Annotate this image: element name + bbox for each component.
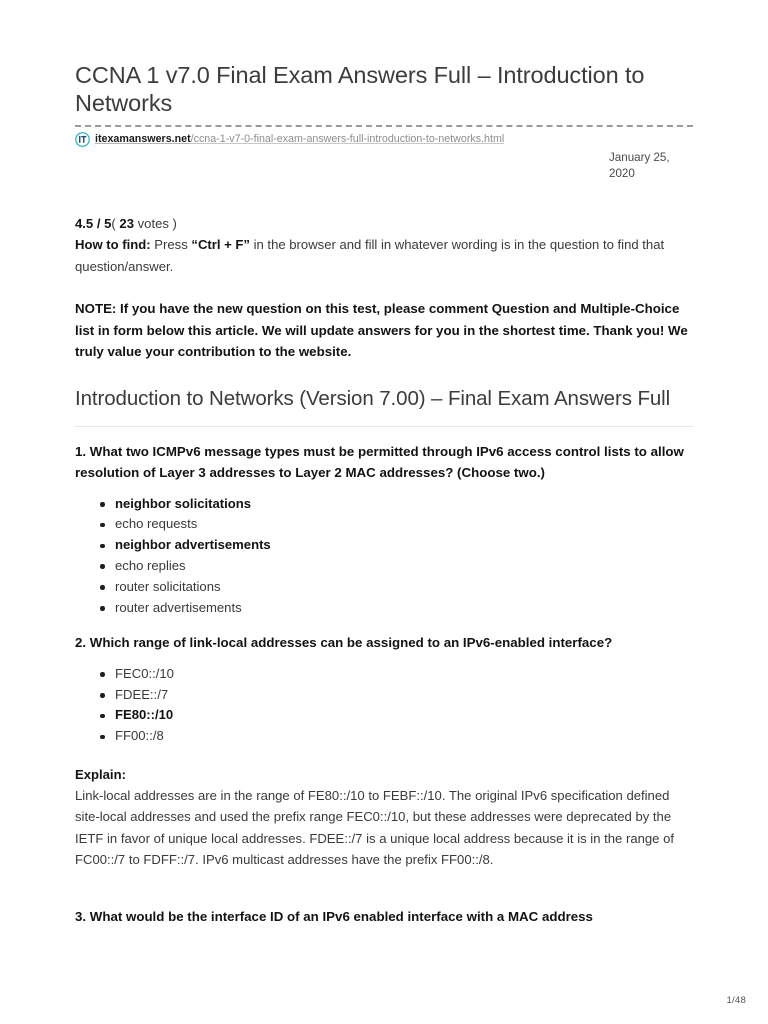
source-url-text[interactable]: itexamanswers.net/ccna-1-v7-0-final-exam… bbox=[95, 132, 504, 146]
rating-line: 4.5 / 5( 23 votes ) bbox=[75, 213, 693, 234]
document-page: CCNA 1 v7.0 Final Exam Answers Full – In… bbox=[0, 0, 768, 1024]
question-1-text: 1. What two ICMPv6 message types must be… bbox=[75, 443, 684, 481]
list-item[interactable]: FEC0::/10 bbox=[100, 664, 693, 685]
question-2-explain: Explain: Link-local addresses are in the … bbox=[75, 764, 693, 870]
question-2-text: 2. Which range of link-local addresses c… bbox=[75, 635, 613, 651]
list-item[interactable]: echo replies bbox=[100, 556, 693, 577]
source-url-domain[interactable]: itexamanswers.net bbox=[95, 133, 191, 145]
section-heading: Introduction to Networks (Version 7.00) … bbox=[75, 386, 671, 410]
rating-votes-count: 23 bbox=[119, 216, 134, 232]
question-2-choices: FEC0::/10 FDEE::/7 FE80::/10 FF00::/8 bbox=[75, 664, 693, 747]
source-url-path[interactable]: /ccna-1-v7-0-final-exam-answers-full-int… bbox=[191, 133, 505, 145]
note-paragraph: NOTE: If you have the new question on th… bbox=[75, 301, 688, 360]
list-item[interactable]: neighbor advertisements bbox=[100, 535, 693, 556]
explain-text: Link-local addresses are in the range of… bbox=[75, 788, 675, 867]
page-number: 1/48 bbox=[726, 995, 746, 1006]
list-item[interactable]: router advertisements bbox=[100, 598, 693, 619]
document-content: CCNA 1 v7.0 Final Exam Answers Full – In… bbox=[75, 62, 693, 928]
question-3-text: 3. What would be the interface ID of an … bbox=[75, 909, 593, 925]
list-item[interactable]: router solicitations bbox=[100, 577, 693, 598]
how-to-find-text-before: Press bbox=[150, 237, 192, 253]
how-to-find-line: How to find: Press “Ctrl + F” in the bro… bbox=[75, 234, 693, 277]
how-to-find-label: How to find: bbox=[75, 237, 151, 253]
dashed-divider bbox=[75, 125, 693, 128]
list-item[interactable]: FE80::/10 bbox=[100, 705, 693, 726]
explain-label: Explain: bbox=[75, 767, 126, 782]
list-item[interactable]: FF00::/8 bbox=[100, 726, 693, 747]
list-item[interactable]: neighbor solicitations bbox=[100, 494, 693, 515]
publish-date: January 25, 2020 bbox=[609, 151, 670, 180]
rating-votes-label: votes ) bbox=[133, 216, 177, 232]
source-url-line[interactable]: itexamanswers.net/ccna-1-v7-0-final-exam… bbox=[75, 130, 693, 148]
how-to-find-shortcut: “Ctrl + F” bbox=[191, 237, 250, 253]
question-1-choices: neighbor solicitations echo requests nei… bbox=[75, 494, 693, 619]
list-item[interactable]: FDEE::/7 bbox=[100, 685, 693, 706]
page-title: CCNA 1 v7.0 Final Exam Answers Full – In… bbox=[75, 62, 645, 116]
section-divider bbox=[75, 425, 693, 427]
itexamanswers-logo-icon bbox=[75, 132, 90, 147]
rating-score: 4.5 / 5 bbox=[75, 216, 112, 232]
list-item[interactable]: echo requests bbox=[100, 514, 693, 535]
